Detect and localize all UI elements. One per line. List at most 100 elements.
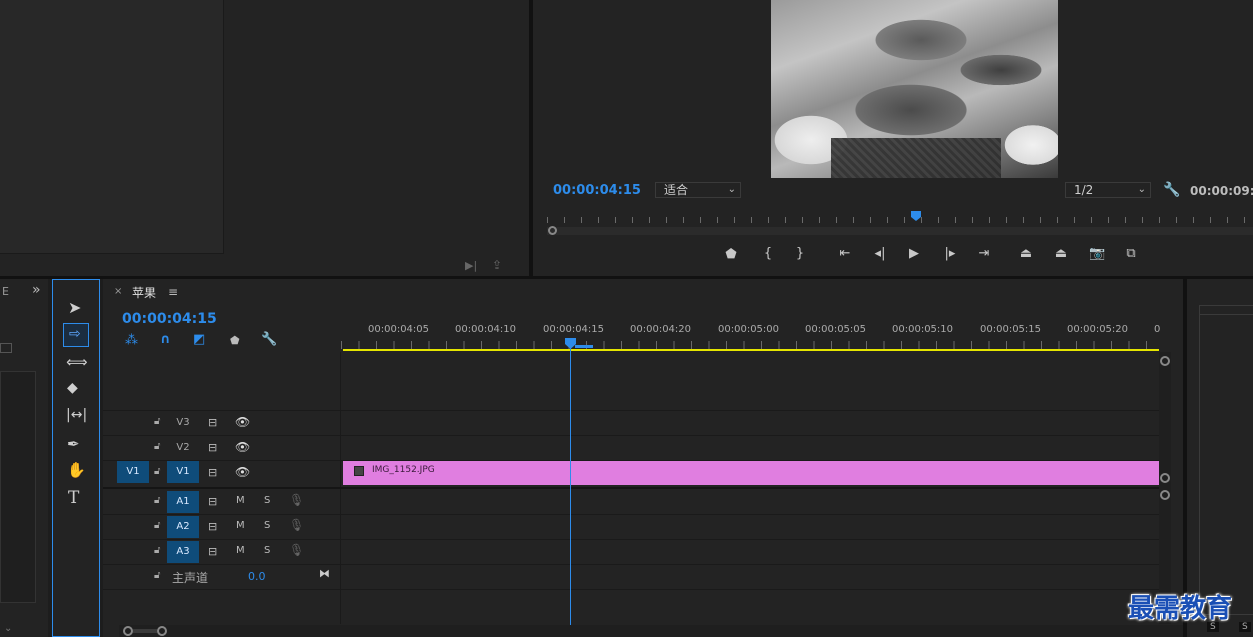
snap-magnet-icon[interactable]: ∩: [160, 332, 171, 347]
resolution-value: 1/2: [1074, 183, 1094, 197]
track-name[interactable]: A3: [167, 541, 199, 563]
zoom-track[interactable]: [133, 629, 157, 633]
selection-tool-icon[interactable]: ➤: [68, 298, 81, 317]
ruler-label: 00:00:05:00: [718, 324, 780, 335]
lock-icon[interactable]: 🔓︎: [154, 545, 160, 556]
scroll-handle-top[interactable]: [1160, 356, 1170, 366]
track-name[interactable]: V1: [167, 461, 199, 483]
program-timecode[interactable]: 00:00:04:15: [553, 183, 641, 198]
step-back-icon[interactable]: ◂|: [872, 247, 888, 261]
nest-toggle-icon[interactable]: ⁂: [125, 333, 138, 348]
mute-button[interactable]: M: [236, 520, 245, 531]
fit-value: 适合: [664, 183, 689, 197]
ruler-label: 00:00:05:15: [980, 324, 1042, 335]
export-frame-camera-icon[interactable]: 📷: [1089, 247, 1105, 261]
lock-icon[interactable]: 🔓︎: [154, 495, 160, 506]
fit-dropdown[interactable]: 适合 ⌄: [655, 182, 741, 198]
timeline-settings-wrench-icon[interactable]: 🔧: [261, 332, 277, 347]
project-list[interactable]: [0, 371, 36, 603]
program-zoom-bar[interactable]: [547, 227, 1253, 235]
microphone-icon[interactable]: 🎙︎: [289, 543, 304, 557]
horizontal-scrollbar[interactable]: [119, 625, 1183, 637]
source-patch-v1[interactable]: V1: [117, 461, 149, 483]
track-name[interactable]: A1: [167, 491, 199, 513]
sequence-tab-title[interactable]: 苹果: [132, 284, 156, 301]
play-icon[interactable]: ▶: [906, 247, 922, 261]
lock-icon[interactable]: 🔓︎: [154, 520, 160, 531]
slip-tool-icon[interactable]: |↔|: [66, 407, 87, 423]
comparison-view-icon[interactable]: ⧉: [1123, 247, 1139, 261]
eye-icon[interactable]: 👁︎: [235, 440, 250, 454]
panel-divider[interactable]: [1183, 279, 1187, 637]
linked-selection-icon[interactable]: ◩: [193, 332, 205, 347]
close-tab-icon[interactable]: ×: [114, 286, 122, 297]
lift-icon[interactable]: ⏏: [1018, 247, 1034, 261]
scroll-handle[interactable]: [1160, 490, 1170, 500]
eye-icon[interactable]: 👁︎: [235, 415, 250, 429]
microphone-icon[interactable]: 🎙︎: [289, 518, 304, 532]
microphone-icon[interactable]: 🎙︎: [289, 493, 304, 507]
razor-tool-icon[interactable]: ◆: [67, 380, 78, 396]
ruler-label: 00:00:04:15: [543, 324, 605, 335]
sync-lock-icon[interactable]: ⊟: [208, 441, 217, 454]
sync-lock-icon[interactable]: ⊟: [208, 520, 217, 533]
sequence-timecode[interactable]: 00:00:04:15: [122, 311, 217, 327]
panel-overflow-icon[interactable]: »: [32, 282, 41, 298]
audio-meters-panel: S S: [1187, 279, 1253, 637]
solo-right-button[interactable]: S: [1239, 622, 1251, 632]
work-area-bar[interactable]: [343, 349, 1159, 351]
search-field-fragment[interactable]: [0, 343, 12, 353]
scroll-handle[interactable]: [1160, 473, 1170, 483]
pen-tool-icon[interactable]: ✒: [67, 435, 80, 453]
hand-tool-icon[interactable]: ✋: [67, 461, 86, 479]
insert-icon[interactable]: ▶|: [465, 259, 477, 272]
fx-badge-icon[interactable]: [354, 466, 364, 476]
ripple-edit-tool-icon[interactable]: ⟺: [66, 353, 88, 371]
tools-panel: ➤ ⇨ ⟺ ◆ |↔| ✒ ✋ T: [52, 279, 100, 637]
step-forward-icon[interactable]: |▸: [942, 247, 958, 261]
resolution-dropdown[interactable]: 1/2 ⌄: [1065, 182, 1151, 198]
type-tool-icon[interactable]: T: [68, 488, 79, 508]
tab-menu-icon[interactable]: ≡: [168, 285, 178, 299]
master-volume-value[interactable]: 0.0: [248, 570, 266, 583]
sync-lock-icon[interactable]: ⊟: [208, 466, 217, 479]
bowtie-icon[interactable]: ⧓: [319, 567, 330, 580]
mute-button[interactable]: M: [236, 545, 245, 556]
mark-in-icon[interactable]: {: [760, 247, 776, 261]
panel-tab-fragment[interactable]: E: [2, 285, 9, 298]
timeline-ruler[interactable]: 00:00:04:05 00:00:04:10 00:00:04:15 00:0…: [341, 319, 1160, 352]
extract-icon[interactable]: ⏏: [1053, 247, 1069, 261]
settings-wrench-icon[interactable]: 🔧: [1163, 182, 1180, 198]
lock-icon[interactable]: 🔓︎: [154, 441, 160, 452]
sync-lock-icon[interactable]: ⊟: [208, 416, 217, 429]
mark-out-icon[interactable]: }: [792, 247, 808, 261]
lock-icon[interactable]: 🔓︎: [154, 466, 160, 477]
lock-icon[interactable]: 🔓︎: [154, 570, 160, 581]
track-separator: [103, 564, 1159, 565]
track-name[interactable]: A2: [167, 516, 199, 538]
video-clip[interactable]: IMG_1152.JPG: [343, 461, 1159, 485]
sync-lock-icon[interactable]: ⊟: [208, 545, 217, 558]
eye-icon[interactable]: 👁︎: [235, 465, 250, 479]
sync-lock-icon[interactable]: ⊟: [208, 495, 217, 508]
export-frame-icon[interactable]: ⇪: [492, 258, 502, 272]
solo-button[interactable]: S: [264, 520, 270, 531]
zoom-handle-left[interactable]: [123, 626, 133, 636]
lock-icon[interactable]: 🔓︎: [154, 416, 160, 427]
go-to-in-icon[interactable]: ⇤: [837, 247, 853, 261]
program-time-ruler[interactable]: [547, 211, 1253, 223]
zoom-handle[interactable]: [548, 226, 557, 235]
solo-button[interactable]: S: [264, 495, 270, 506]
add-marker-icon[interactable]: ⬟: [230, 334, 240, 347]
chevron-down-icon[interactable]: ⌄: [4, 623, 12, 634]
track-select-tool[interactable]: ⇨: [63, 323, 89, 347]
add-marker-icon[interactable]: ⬟: [723, 248, 739, 262]
mute-button[interactable]: M: [236, 495, 245, 506]
meter-line: [1200, 314, 1253, 315]
vertical-scrollbar[interactable]: [1159, 352, 1171, 624]
go-to-out-icon[interactable]: ⇥: [976, 247, 992, 261]
track-select-forward-icon: ⇨: [69, 326, 81, 342]
solo-button[interactable]: S: [264, 545, 270, 556]
zoom-handle-right[interactable]: [157, 626, 167, 636]
playhead-line[interactable]: [570, 347, 571, 625]
